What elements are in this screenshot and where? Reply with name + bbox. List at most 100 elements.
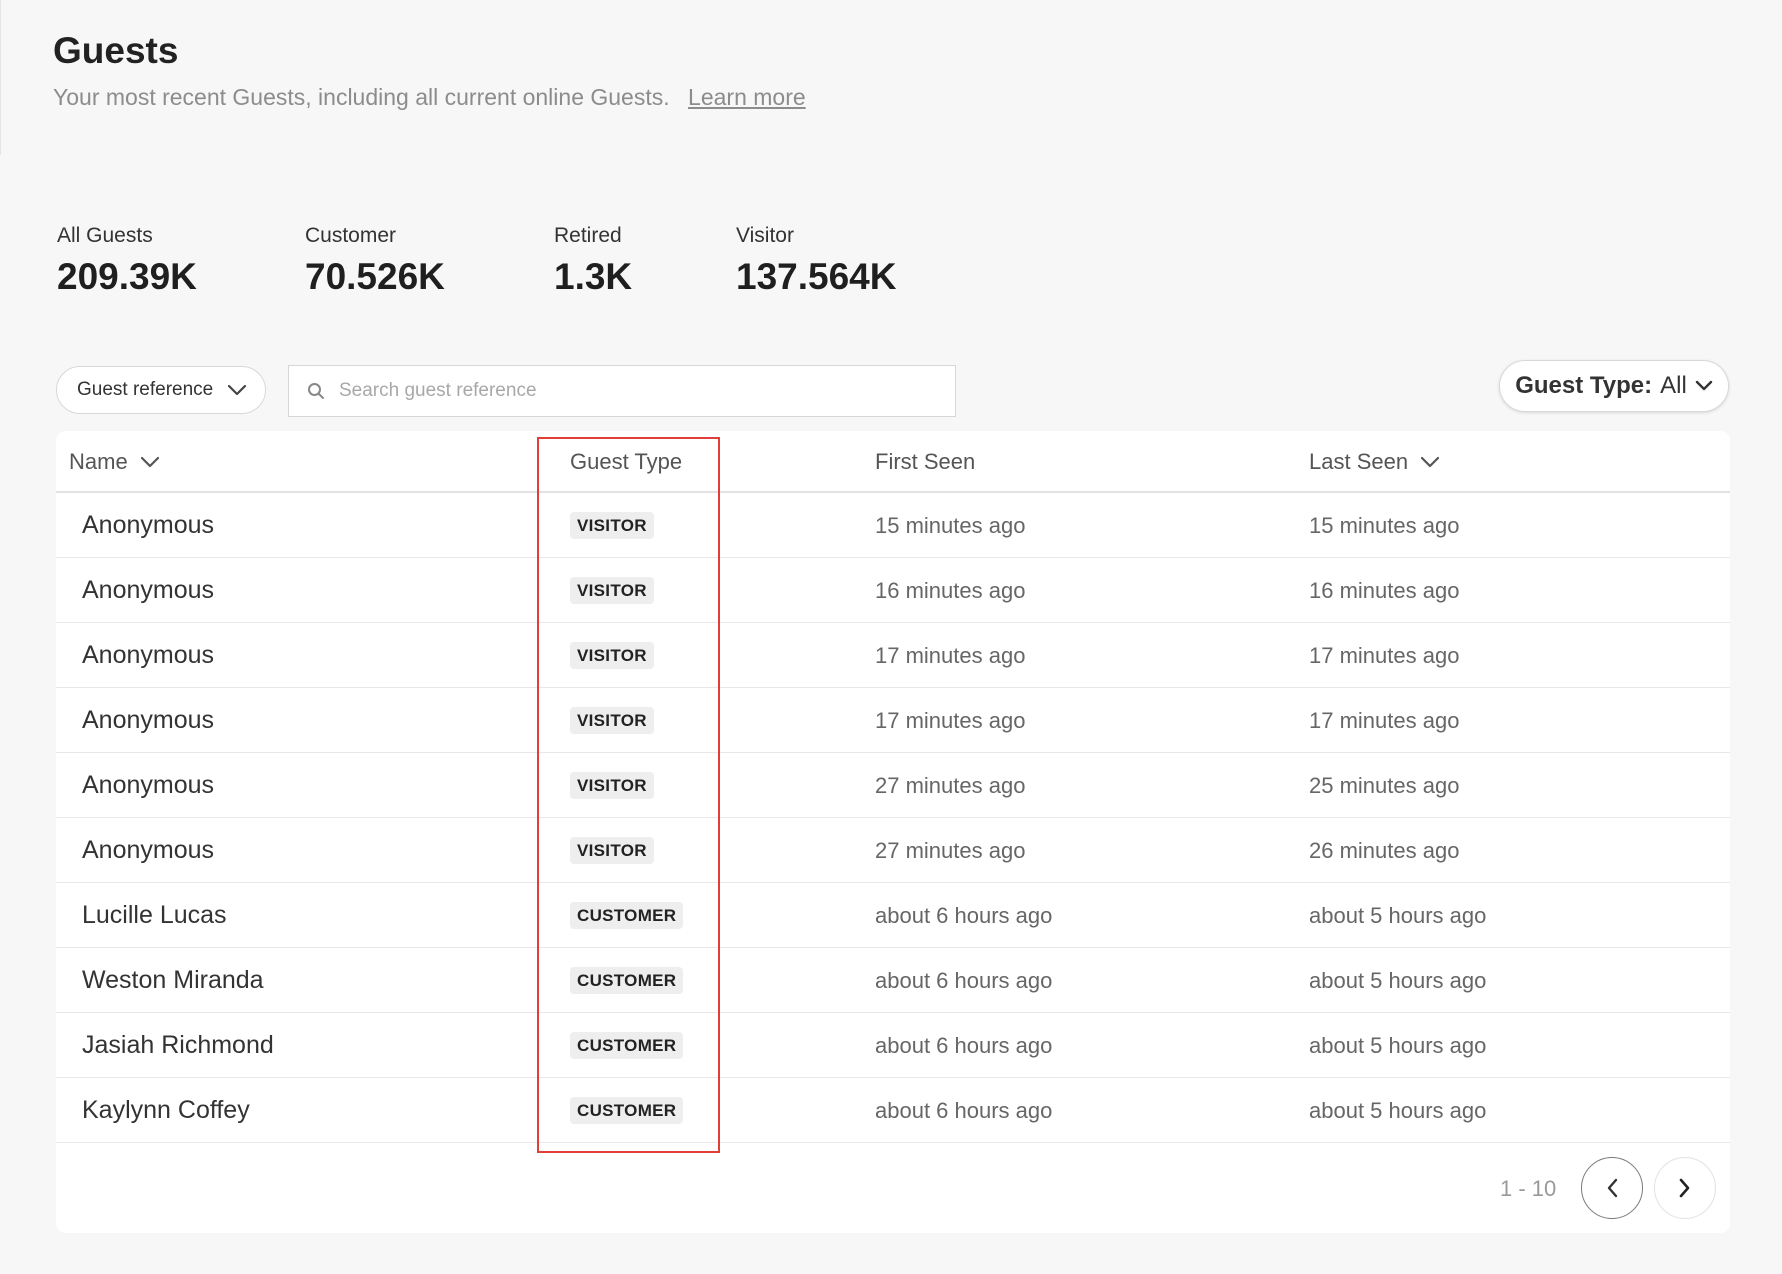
stat-customer: Customer 70.526K <box>305 224 445 298</box>
stat-label: Customer <box>305 224 397 247</box>
guest-name: Jasiah Richmond <box>82 1031 274 1059</box>
guest-type-cell: CUSTOMER <box>570 948 684 1013</box>
guest-type-cell: VISITOR <box>570 493 654 558</box>
table-row[interactable]: Anonymous VISITOR 17 minutes ago 17 minu… <box>56 623 1730 688</box>
guest-type-badge: CUSTOMER <box>570 1097 684 1124</box>
guest-type-cell: CUSTOMER <box>570 1078 684 1143</box>
table-row[interactable]: Anonymous VISITOR 27 minutes ago 25 minu… <box>56 753 1730 818</box>
guest-type-badge: VISITOR <box>570 707 654 734</box>
chevron-left-icon <box>1607 1178 1618 1198</box>
guest-type-filter-button[interactable]: Guest Type: All <box>1499 360 1729 412</box>
table-row[interactable]: Jasiah Richmond CUSTOMER about 6 hours a… <box>56 1013 1730 1078</box>
first-seen: about 6 hours ago <box>875 1097 1053 1123</box>
stat-all-guests: All Guests 209.39K <box>57 224 197 298</box>
chevron-down-icon <box>227 384 247 396</box>
last-seen: about 5 hours ago <box>1309 1097 1487 1123</box>
guests-table: Name Guest Type First Seen Last Seen Ano… <box>56 431 1730 1233</box>
table-row[interactable]: Weston Miranda CUSTOMER about 6 hours ag… <box>56 948 1730 1013</box>
first-seen: 16 minutes ago <box>875 577 1026 603</box>
column-header-name[interactable]: Name <box>69 449 160 475</box>
last-seen: 15 minutes ago <box>1309 512 1460 538</box>
last-seen: 17 minutes ago <box>1309 642 1460 668</box>
guest-type-cell: CUSTOMER <box>570 883 684 948</box>
column-header-label: Last Seen <box>1309 449 1409 474</box>
chevron-down-icon <box>1695 380 1712 391</box>
table-row[interactable]: Kaylynn Coffey CUSTOMER about 6 hours ag… <box>56 1078 1730 1143</box>
guest-name: Weston Miranda <box>82 966 264 994</box>
first-seen: about 6 hours ago <box>875 902 1053 928</box>
guest-type-filter-label: Guest Type: <box>1515 372 1653 399</box>
guest-type-cell: CUSTOMER <box>570 1013 684 1078</box>
table-row[interactable]: Anonymous VISITOR 17 minutes ago 17 minu… <box>56 688 1730 753</box>
table-row[interactable]: Anonymous VISITOR 27 minutes ago 26 minu… <box>56 818 1730 883</box>
stat-label: All Guests <box>57 224 153 247</box>
stat-value: 1.3K <box>554 256 633 297</box>
guest-type-badge: VISITOR <box>570 837 654 864</box>
last-seen: 17 minutes ago <box>1309 707 1460 733</box>
guest-name: Anonymous <box>82 511 215 539</box>
guest-name: Anonymous <box>82 641 215 669</box>
column-header-label: Guest Type <box>570 449 683 474</box>
first-seen: 17 minutes ago <box>875 707 1026 733</box>
stat-retired: Retired 1.3K <box>554 224 632 298</box>
table-row[interactable]: Anonymous VISITOR 16 minutes ago 16 minu… <box>56 558 1730 623</box>
column-header-last-seen[interactable]: Last Seen <box>1309 449 1440 475</box>
guest-type-badge: CUSTOMER <box>570 902 684 929</box>
table-row[interactable]: Lucille Lucas CUSTOMER about 6 hours ago… <box>56 883 1730 948</box>
last-seen: about 5 hours ago <box>1309 1032 1487 1058</box>
guest-type-badge: VISITOR <box>570 512 654 539</box>
column-header-label: Name <box>69 449 128 474</box>
next-page-button[interactable] <box>1654 1157 1716 1219</box>
page-title: Guests <box>53 30 179 71</box>
reference-select-label: Guest reference <box>77 379 214 400</box>
first-seen: about 6 hours ago <box>875 967 1053 993</box>
guest-type-badge: CUSTOMER <box>570 1032 684 1059</box>
table-row[interactable]: Anonymous VISITOR 15 minutes ago 15 minu… <box>56 493 1730 558</box>
page-subtitle: Your most recent Guests, including all c… <box>53 84 806 111</box>
reference-field-select[interactable]: Guest reference <box>56 366 266 414</box>
table-header: Name Guest Type First Seen Last Seen <box>56 431 1730 493</box>
previous-page-button[interactable] <box>1581 1157 1643 1219</box>
stat-value: 137.564K <box>736 256 897 297</box>
last-seen: about 5 hours ago <box>1309 902 1487 928</box>
chevron-down-icon <box>140 456 159 468</box>
guest-name: Anonymous <box>82 771 215 799</box>
guest-name: Kaylynn Coffey <box>82 1096 250 1124</box>
chevron-right-icon <box>1679 1178 1690 1198</box>
last-seen: 26 minutes ago <box>1309 837 1460 863</box>
guest-type-badge: CUSTOMER <box>570 967 684 994</box>
first-seen: 17 minutes ago <box>875 642 1026 668</box>
guest-type-cell: VISITOR <box>570 753 654 818</box>
column-header-first-seen: First Seen <box>875 449 975 475</box>
left-divider <box>0 0 1 155</box>
subtitle-text: Your most recent Guests, including all c… <box>53 84 670 110</box>
pagination-range: 1 - 10 <box>1500 1176 1557 1201</box>
chevron-down-icon <box>1420 456 1440 468</box>
learn-more-link[interactable]: Learn more <box>688 84 806 110</box>
last-seen: about 5 hours ago <box>1309 967 1487 993</box>
search-icon <box>308 383 324 399</box>
guest-type-cell: VISITOR <box>570 818 654 883</box>
last-seen: 25 minutes ago <box>1309 772 1460 798</box>
guest-name: Anonymous <box>82 706 215 734</box>
stat-visitor: Visitor 137.564K <box>736 224 896 298</box>
search-input[interactable] <box>337 379 941 403</box>
stat-value: 209.39K <box>57 256 197 297</box>
first-seen: about 6 hours ago <box>875 1032 1053 1058</box>
stat-label: Visitor <box>736 224 794 247</box>
guest-type-badge: VISITOR <box>570 642 654 669</box>
guest-type-cell: VISITOR <box>570 558 654 623</box>
search-box <box>288 365 956 417</box>
column-header-label: First Seen <box>875 449 976 474</box>
stat-value: 70.526K <box>305 256 445 297</box>
guest-name: Lucille Lucas <box>82 901 227 929</box>
guest-type-filter-value: All <box>1660 372 1687 399</box>
column-header-guest-type: Guest Type <box>570 449 682 475</box>
guest-name: Anonymous <box>82 576 215 604</box>
last-seen: 16 minutes ago <box>1309 577 1460 603</box>
first-seen: 27 minutes ago <box>875 837 1026 863</box>
guest-type-cell: VISITOR <box>570 688 654 753</box>
first-seen: 27 minutes ago <box>875 772 1026 798</box>
first-seen: 15 minutes ago <box>875 512 1026 538</box>
guest-type-badge: VISITOR <box>570 772 654 799</box>
